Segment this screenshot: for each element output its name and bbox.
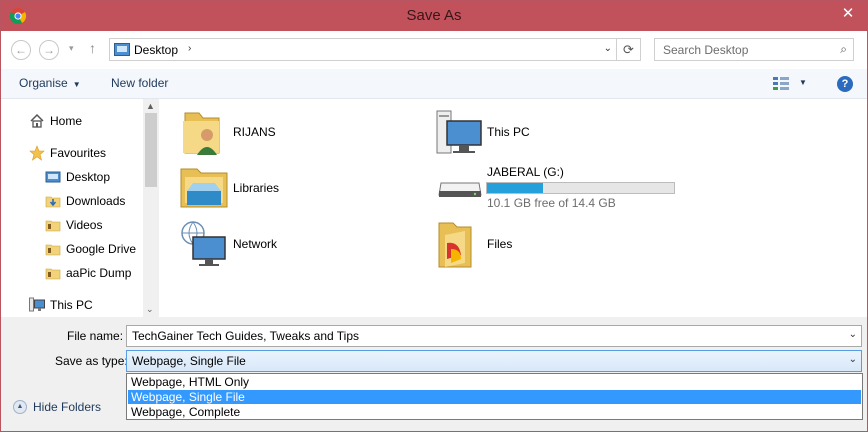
sidebar-item-downloads[interactable]: Downloads [45,191,125,211]
sidebar-item-desktop[interactable]: Desktop [45,167,110,187]
file-name-field[interactable]: TechGainer Tech Guides, Tweaks and Tips … [126,325,862,347]
save-as-dialog: Save As ✕ ← → ▾ ↑ Desktop › ⌄ ⟳ Search D… [0,0,868,432]
sidebar-item-label: Favourites [50,146,107,160]
navigation-scrollbar[interactable]: ▲ ⌄ [143,99,159,317]
option-complete[interactable]: Webpage, Complete [128,405,861,419]
computer-icon [436,110,482,154]
save-type-options: Webpage, HTML Only Webpage, Single File … [126,373,863,420]
list-item-this-pc[interactable]: This PC [435,107,695,159]
downloads-folder-icon [45,196,61,208]
folder-icon [45,268,61,280]
list-item-network[interactable]: Network [179,219,399,271]
folder-icon [45,220,61,232]
drive-free-space: 10.1 GB free of 14.4 GB [487,196,616,210]
chevron-up-icon: ▲ [13,400,27,414]
save-type-label: Save as type: [55,354,128,368]
item-label: This PC [487,125,530,139]
file-list: RIJANS Libraries Network This PC JABERAL… [159,99,867,317]
drive-icon [438,182,482,197]
address-text[interactable]: Desktop [134,43,178,57]
search-icon[interactable]: ⌕ [840,42,847,57]
forward-icon[interactable]: → [39,40,59,60]
sidebar-item-videos[interactable]: Videos [45,215,102,235]
scroll-thumb[interactable] [145,113,157,187]
home-icon [30,113,44,128]
title-bar: Save As ✕ [1,1,867,31]
sidebar-item-aapic-dump[interactable]: aaPic Dump [45,263,131,283]
option-html-only[interactable]: Webpage, HTML Only [128,375,861,389]
navigation-bar: ← → ▾ ↑ Desktop › ⌄ ⟳ Search Desktop ⌕ [1,31,867,69]
command-bar: Organise ▼ New folder ▼ ? [1,69,867,99]
list-item-libraries[interactable]: Libraries [179,161,399,213]
save-type-value[interactable]: Webpage, Single File [132,354,246,368]
item-label: Files [487,237,513,251]
address-bar[interactable]: Desktop › ⌄ ⟳ [109,38,641,61]
sidebar-item-this-pc[interactable]: This PC [29,295,93,315]
organise-label: Organise [19,76,68,90]
chevron-right-icon[interactable]: › [188,43,191,54]
item-label: Network [233,237,278,251]
sidebar-item-favourites[interactable]: Favourites [29,143,106,163]
drive-name: JABERAL (G:) [487,165,564,179]
save-type-select[interactable]: Webpage, Single File ⌄ [126,350,862,372]
file-name-label: File name: [67,329,124,343]
sidebar-item-home[interactable]: Home [29,111,82,131]
file-name-dropdown-icon[interactable]: ⌄ [849,329,857,340]
hide-folders-label: Hide Folders [33,400,102,414]
refresh-icon[interactable]: ⟳ [616,39,640,60]
organise-button[interactable]: Organise ▼ [19,76,81,90]
drive-usage-fill [487,183,544,193]
item-label: Libraries [233,181,280,195]
navigation-pane: Home Favourites Desktop Downloads Videos… [1,99,159,317]
hide-folders-button[interactable]: ▲ Hide Folders [13,400,101,414]
address-dropdown-icon[interactable]: ⌄ [604,43,612,54]
close-icon[interactable]: ✕ [839,4,857,24]
help-icon[interactable]: ? [837,76,853,92]
network-icon [181,221,226,266]
files-folder-icon [438,222,472,268]
user-folder-icon [183,112,220,155]
item-label: RIJANS [233,125,276,139]
chevron-down-icon: ▼ [72,80,81,89]
view-dropdown-icon[interactable]: ▼ [799,78,807,87]
drive-usage-bar [486,182,675,194]
sidebar-item-label: This PC [50,298,93,312]
desktop-icon [45,171,61,183]
search-placeholder: Search Desktop [663,43,749,57]
scroll-up-icon[interactable]: ▲ [146,101,155,111]
window-title: Save As [406,7,462,24]
new-folder-button[interactable]: New folder [111,76,168,90]
option-single-file[interactable]: Webpage, Single File [128,390,861,404]
save-type-dropdown-icon[interactable]: ⌄ [849,354,857,365]
sidebar-item-label: Videos [66,218,103,232]
back-icon[interactable]: ← [11,40,31,60]
libraries-icon [180,168,228,208]
sidebar-item-label: aaPic Dump [66,266,132,280]
scroll-down-icon[interactable]: ⌄ [146,304,154,315]
folder-icon [45,244,61,256]
up-icon[interactable]: ↑ [89,40,96,56]
sidebar-item-google-drive[interactable]: Google Drive [45,239,136,259]
sidebar-item-label: Google Drive [66,242,137,256]
recent-locations-icon[interactable]: ▾ [69,43,74,54]
sidebar-item-label: Downloads [66,194,126,208]
list-item-rijans[interactable]: RIJANS [179,107,399,159]
computer-icon [29,297,45,312]
sidebar-item-label: Home [50,114,83,128]
list-item-files[interactable]: Files [435,219,695,271]
sidebar-item-label: Desktop [66,170,111,184]
search-input[interactable]: Search Desktop ⌕ [654,38,854,61]
star-icon [29,145,45,161]
desktop-icon [114,43,130,56]
view-options-icon[interactable] [773,77,789,91]
file-name-value[interactable]: TechGainer Tech Guides, Tweaks and Tips [132,329,359,343]
